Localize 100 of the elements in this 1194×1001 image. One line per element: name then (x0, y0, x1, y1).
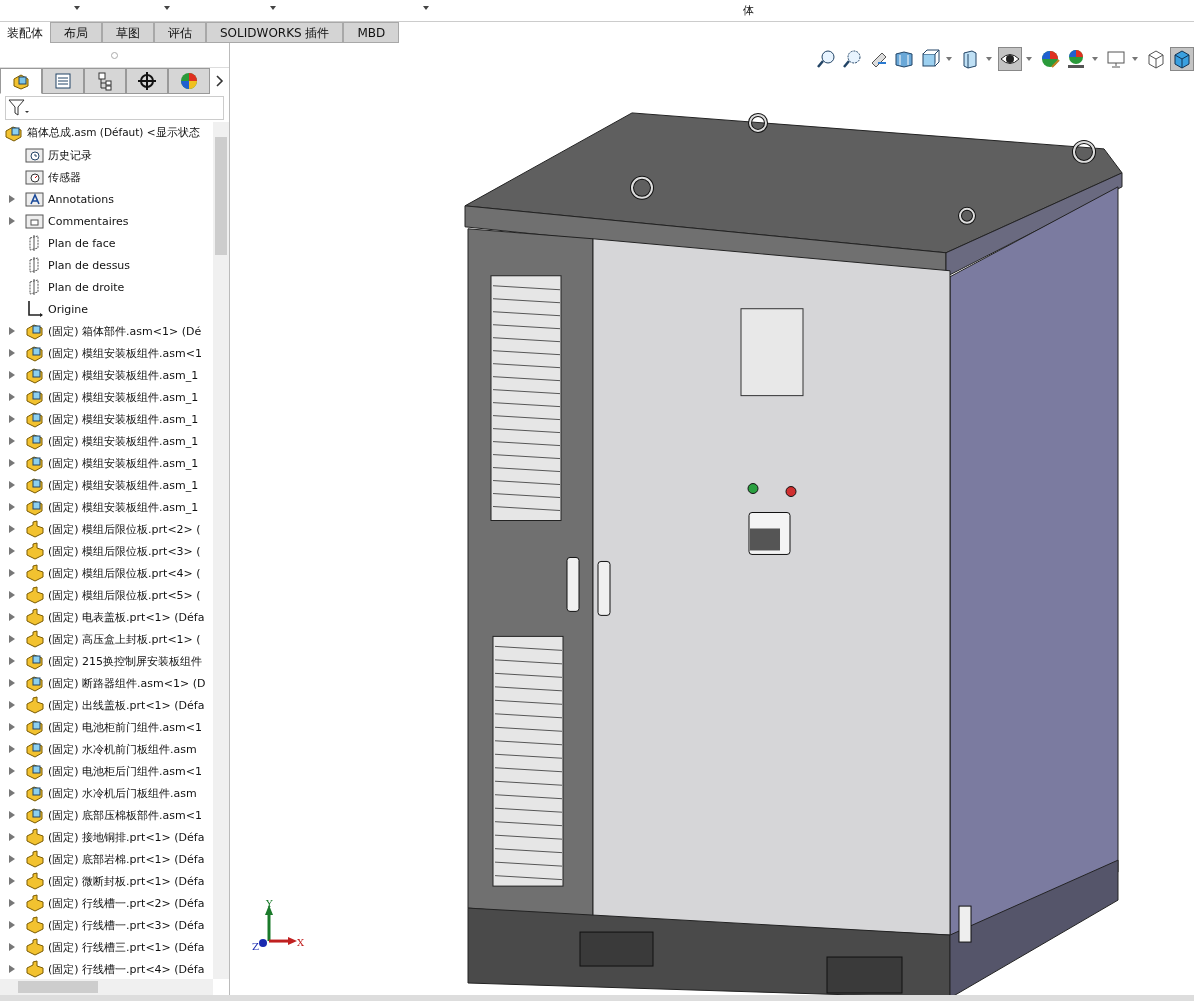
expand-arrow-icon[interactable] (9, 855, 15, 863)
tree-item[interactable]: (固定) 底部岩棉.prt<1> (Défa (0, 848, 213, 870)
expand-arrow-icon[interactable] (9, 503, 15, 511)
expand-arrow-icon[interactable] (9, 679, 15, 687)
tree-item[interactable]: (固定) 模组安装板组件.asm_1 (0, 496, 213, 518)
tree-label: Plan de face (48, 236, 116, 250)
assembly-icon (25, 454, 45, 472)
tab[interactable]: 布局 (50, 22, 102, 43)
expand-arrow-icon[interactable] (9, 437, 15, 445)
expand-arrow-icon[interactable] (9, 349, 15, 357)
horizontal-scrollbar[interactable] (0, 979, 213, 995)
tree-item[interactable]: (固定) 模组安装板组件.asm_1 (0, 386, 213, 408)
tree-item[interactable]: 历史记录 (0, 144, 213, 166)
panel-tab[interactable] (126, 68, 168, 94)
caret-icon[interactable] (423, 6, 429, 10)
expand-arrow-icon[interactable] (9, 217, 15, 225)
tree-item[interactable]: (固定) 电表盖板.prt<1> (Défa (0, 606, 213, 628)
tree-item[interactable]: (固定) 模组安装板组件.asm_1 (0, 452, 213, 474)
vertical-scrollbar[interactable] (213, 122, 229, 979)
caret-icon[interactable] (74, 6, 80, 10)
tree-item[interactable]: (固定) 水冷机后门板组件.asm (0, 782, 213, 804)
tree-item[interactable]: (固定) 模组安装板组件.asm<1 (0, 342, 213, 364)
panel-tab[interactable] (84, 68, 126, 94)
expand-arrow-icon[interactable] (9, 943, 15, 951)
tab[interactable]: SOLIDWORKS 插件 (206, 22, 344, 43)
tree-item[interactable]: 传感器 (0, 166, 213, 188)
expand-arrow-icon[interactable] (9, 921, 15, 929)
tree-item[interactable]: Plan de droite (0, 276, 213, 298)
expand-arrow-icon[interactable] (9, 525, 15, 533)
caret-icon[interactable] (1132, 57, 1138, 61)
tree-item[interactable]: (固定) 行线槽一.prt<4> (Défa (0, 958, 213, 979)
tab[interactable]: 草图 (102, 22, 154, 43)
expand-arrow-icon[interactable] (9, 569, 15, 577)
tree-item[interactable]: 箱体总成.asm (Défaut) <显示状态 (0, 122, 213, 144)
expand-arrow-icon[interactable] (9, 767, 15, 775)
expand-arrow-icon[interactable] (9, 371, 15, 379)
expand-arrow-icon[interactable] (9, 613, 15, 621)
tree-item[interactable]: (固定) 行线槽三.prt<1> (Défa (0, 936, 213, 958)
tab[interactable]: 评估 (154, 22, 206, 43)
tree-item[interactable]: (固定) 行线槽一.prt<2> (Défa (0, 892, 213, 914)
expand-arrow-icon[interactable] (9, 195, 15, 203)
shaded-icon[interactable] (1170, 47, 1194, 71)
tree-item[interactable]: Plan de face (0, 232, 213, 254)
expand-arrow-icon[interactable] (9, 327, 15, 335)
property-icon (53, 71, 73, 91)
tree-item[interactable]: (固定) 微断封板.prt<1> (Défa (0, 870, 213, 892)
caret-icon[interactable] (1026, 57, 1032, 61)
tab[interactable]: MBD (343, 22, 400, 43)
expand-arrow-icon[interactable] (9, 415, 15, 423)
tree-item[interactable]: (固定) 模组安装板组件.asm_1 (0, 430, 213, 452)
expand-arrow-icon[interactable] (9, 899, 15, 907)
caret-icon[interactable] (164, 6, 170, 10)
tree-item[interactable]: Annotations (0, 188, 213, 210)
tree-item[interactable]: (固定) 模组安装板组件.asm_1 (0, 364, 213, 386)
tree-item[interactable]: (固定) 断路器组件.asm<1> (D (0, 672, 213, 694)
expand-arrow-icon[interactable] (9, 723, 15, 731)
caret-icon[interactable] (270, 6, 276, 10)
tree-label: (固定) 模组后限位板.prt<3> ( (48, 543, 201, 559)
tree-item[interactable]: (固定) 模组后限位板.prt<4> ( (0, 562, 213, 584)
tree-item[interactable]: Origine (0, 298, 213, 320)
expand-arrow-icon[interactable] (9, 701, 15, 709)
tree-item[interactable]: (固定) 215换控制屏安装板组件 (0, 650, 213, 672)
expand-arrow-icon[interactable] (9, 833, 15, 841)
tree-item[interactable]: (固定) 模组安装板组件.asm_1 (0, 408, 213, 430)
tree-item[interactable]: (固定) 水冷机前门板组件.asm (0, 738, 213, 760)
tree-item[interactable]: (固定) 模组后限位板.prt<5> ( (0, 584, 213, 606)
expand-arrow-icon[interactable] (9, 393, 15, 401)
expand-arrow-icon[interactable] (9, 657, 15, 665)
expand-arrow-icon[interactable] (9, 547, 15, 555)
filter-field[interactable] (5, 96, 224, 120)
caret-icon[interactable] (946, 57, 952, 61)
tree-item[interactable]: (固定) 行线槽一.prt<3> (Défa (0, 914, 213, 936)
tree-item[interactable]: (固定) 模组安装板组件.asm_1 (0, 474, 213, 496)
assembly-icon (25, 410, 45, 428)
tree-item[interactable]: (固定) 箱体部件.asm<1> (Dé (0, 320, 213, 342)
tree-item[interactable]: (固定) 电池柜后门组件.asm<1 (0, 760, 213, 782)
tree-item[interactable]: Commentaires (0, 210, 213, 232)
expand-arrow-icon[interactable] (9, 965, 15, 973)
expand-arrow-icon[interactable] (9, 591, 15, 599)
caret-icon[interactable] (986, 57, 992, 61)
ribbon-label[interactable]: 体 (743, 3, 754, 18)
expand-arrow-icon[interactable] (9, 745, 15, 753)
expand-arrow-icon[interactable] (9, 811, 15, 819)
expand-arrow-icon[interactable] (9, 459, 15, 467)
tree-item[interactable]: (固定) 接地铜排.prt<1> (Défa (0, 826, 213, 848)
tree-item[interactable]: (固定) 模组后限位板.prt<2> ( (0, 518, 213, 540)
tree-item[interactable]: (固定) 出线盖板.prt<1> (Défa (0, 694, 213, 716)
tree-item[interactable]: (固定) 模组后限位板.prt<3> ( (0, 540, 213, 562)
tree-item[interactable]: (固定) 高压盒上封板.prt<1> ( (0, 628, 213, 650)
part-icon (25, 630, 45, 648)
expand-arrow-icon[interactable] (9, 635, 15, 643)
hide-show-icon[interactable] (998, 47, 1022, 71)
expand-arrow-icon[interactable] (9, 877, 15, 885)
expand-arrow-icon[interactable] (9, 789, 15, 797)
tree-item[interactable]: Plan de dessus (0, 254, 213, 276)
tree-item[interactable]: (固定) 底部压棉板部件.asm<1 (0, 804, 213, 826)
expand-arrow-icon[interactable] (9, 481, 15, 489)
tree-item[interactable]: (固定) 电池柜前门组件.asm<1 (0, 716, 213, 738)
assembly-icon (25, 322, 45, 340)
caret-icon[interactable] (1092, 57, 1098, 61)
